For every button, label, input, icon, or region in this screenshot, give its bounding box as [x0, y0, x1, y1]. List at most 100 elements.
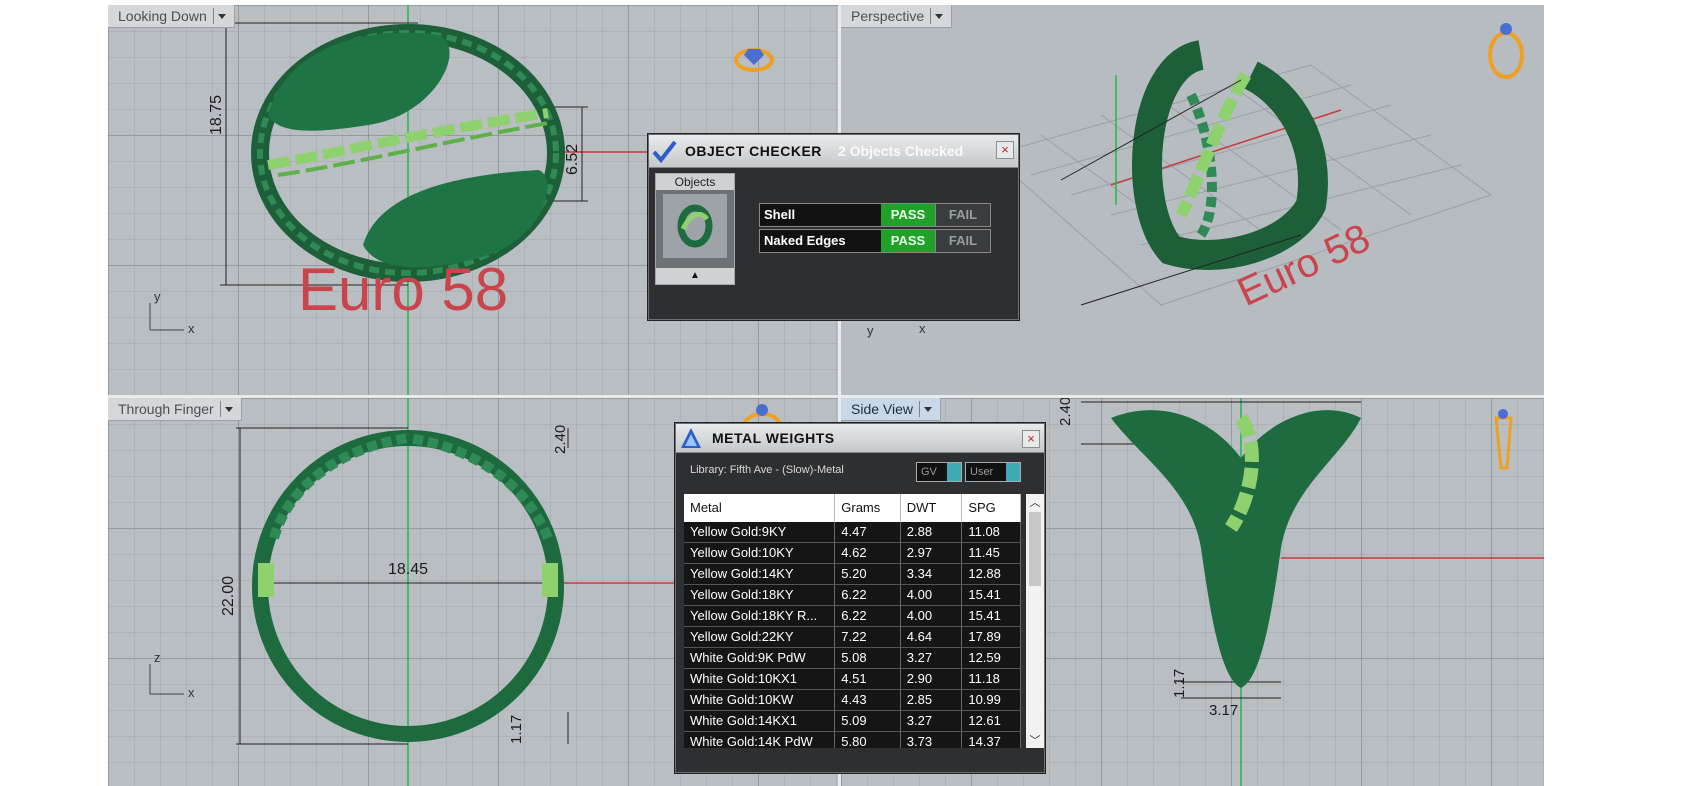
grams-cell: 6.22 [835, 606, 901, 626]
fail-badge: FAIL [935, 230, 990, 252]
column-header-metal[interactable]: Metal [684, 494, 836, 522]
dwt-cell: 4.00 [901, 585, 963, 605]
grams-cell: 5.08 [835, 648, 901, 668]
dwt-cell: 2.85 [901, 690, 963, 710]
viewport-menu-chevron-icon[interactable] [212, 8, 228, 24]
dwt-cell: 3.27 [901, 711, 963, 731]
table-row[interactable]: White Gold:14KX1 5.09 3.27 12.61 [684, 711, 1021, 732]
table-row[interactable]: White Gold:10KX1 4.51 2.90 11.18 [684, 669, 1021, 690]
close-icon[interactable]: × [996, 141, 1014, 159]
spg-cell: 11.18 [962, 669, 1021, 689]
axis-y-label: y [154, 289, 161, 304]
table-row[interactable]: Yellow Gold:18KY R... 6.22 4.00 15.41 [684, 606, 1021, 627]
metal-cell: Yellow Gold:22KY [684, 627, 836, 647]
dwt-cell: 3.27 [901, 648, 963, 668]
gv-toggle-label: GV [921, 466, 937, 478]
viewport-menu-chevron-icon[interactable] [930, 8, 945, 24]
viewport-title: Through Finger [118, 401, 214, 417]
flask-icon [676, 423, 706, 453]
metal-cell: White Gold:10KX1 [684, 669, 836, 689]
metal-weights-dialog: METAL WEIGHTS × Library: Fifth Ave - (Sl… [675, 423, 1045, 773]
dim-inner-label: 18.45 [388, 561, 429, 578]
scroll-up-button[interactable]: ▲ [656, 268, 734, 284]
table-scrollbar[interactable]: ︿ ﹀ [1026, 494, 1044, 748]
object-thumbnail[interactable] [663, 194, 727, 258]
check-name: Naked Edges [764, 233, 846, 248]
check-row-shell: Shell PASS FAIL [759, 203, 991, 227]
dim-top-label: 2.40 [1057, 398, 1074, 426]
scrollbar-thumb[interactable] [1029, 512, 1041, 586]
grams-cell: 4.47 [835, 522, 901, 542]
dwt-cell: 2.90 [901, 669, 963, 689]
spg-cell: 12.59 [962, 648, 1021, 668]
user-toggle[interactable]: User [965, 462, 1021, 482]
gv-toggle[interactable]: GV [916, 462, 962, 482]
viewport-label-side-view[interactable]: Side View [841, 398, 942, 421]
table-row[interactable]: Yellow Gold:10KY 4.62 2.97 11.45 [684, 543, 1021, 564]
metal-cell: White Gold:9K PdW [684, 648, 836, 668]
dwt-cell: 2.97 [901, 543, 963, 563]
dim-height-label: 18.75 [208, 94, 225, 135]
metal-cell: White Gold:14K PdW [684, 732, 836, 748]
check-row-naked-edges: Naked Edges PASS FAIL [759, 229, 991, 253]
column-header-spg[interactable]: SPG [962, 494, 1021, 522]
dim-bottom-label: 1.17 [508, 714, 525, 744]
objects-panel: Objects ▲ [655, 173, 735, 285]
pass-badge: PASS [881, 230, 935, 252]
metal-cell: Yellow Gold:10KY [684, 543, 836, 563]
viewport-menu-chevron-icon[interactable] [919, 401, 934, 417]
objects-panel-label: Objects [656, 174, 734, 190]
metal-cell: Yellow Gold:18KY [684, 585, 836, 605]
dim-height-label: 22.00 [220, 575, 237, 616]
axis-x-label: x [919, 321, 926, 336]
column-header-grams[interactable]: Grams [835, 494, 901, 522]
dwt-cell: 4.64 [901, 627, 963, 647]
table-row[interactable]: Yellow Gold:22KY 7.22 4.64 17.89 [684, 627, 1021, 648]
viewport-title: Looking Down [118, 8, 207, 24]
grams-cell: 5.80 [835, 732, 901, 748]
metal-weights-titlebar[interactable]: METAL WEIGHTS × [676, 424, 1044, 453]
spg-cell: 11.45 [962, 543, 1021, 563]
table-row[interactable]: Yellow Gold:9KY 4.47 2.88 11.08 [684, 522, 1021, 543]
object-checker-titlebar[interactable]: OBJECT CHECKER 2 Objects Checked × [649, 135, 1018, 168]
column-header-dwt[interactable]: DWT [901, 494, 963, 522]
table-row[interactable]: Yellow Gold:18KY 6.22 4.00 15.41 [684, 585, 1021, 606]
checkmark-icon [649, 136, 679, 166]
table-body: Yellow Gold:9KY 4.47 2.88 11.08 Yellow Gold:… [684, 522, 1021, 748]
scroll-down-icon[interactable]: ﹀ [1026, 732, 1044, 748]
grams-cell: 4.51 [835, 669, 901, 689]
table-header: Metal Grams DWT SPG [684, 494, 1021, 522]
spg-cell: 11.08 [962, 522, 1021, 542]
dwt-cell: 3.34 [901, 564, 963, 584]
viewport-title: Perspective [851, 8, 925, 24]
table-row[interactable]: White Gold:10KW 4.43 2.85 10.99 [684, 690, 1021, 711]
spg-cell: 12.88 [962, 564, 1021, 584]
library-label: Library: Fifth Ave - (Slow)-Metal [690, 464, 844, 476]
toggle-indicator [1006, 463, 1020, 481]
dim-bottom-height-label: 1.17 [1171, 668, 1188, 698]
grams-cell: 4.43 [835, 690, 901, 710]
viewport-label-perspective[interactable]: Perspective [841, 5, 953, 28]
axis-z-label: z [154, 650, 161, 665]
dim-bottom-width-label: 3.17 [1209, 702, 1239, 719]
spg-cell: 10.99 [962, 690, 1021, 710]
table-row[interactable]: White Gold:9K PdW 5.08 3.27 12.59 [684, 648, 1021, 669]
pass-badge: PASS [881, 204, 935, 226]
dwt-cell: 2.88 [901, 522, 963, 542]
table-row[interactable]: White Gold:14K PdW 5.80 3.73 14.37 [684, 732, 1021, 748]
ring-size-label: Euro 58 [298, 256, 509, 323]
viewport-divider-horizontal[interactable] [108, 395, 1544, 398]
axis-y-label: y [867, 323, 874, 338]
table-row[interactable]: Yellow Gold:14KY 5.20 3.34 12.88 [684, 564, 1021, 585]
close-icon[interactable]: × [1022, 430, 1040, 448]
viewport-menu-chevron-icon[interactable] [219, 401, 235, 417]
object-checker-dialog: OBJECT CHECKER 2 Objects Checked × Objec… [648, 134, 1019, 320]
viewport-label-through-finger[interactable]: Through Finger [108, 398, 242, 421]
spg-cell: 12.61 [962, 711, 1021, 731]
toggle-indicator [947, 463, 961, 481]
viewport-title: Side View [851, 401, 914, 417]
scroll-up-icon[interactable]: ︿ [1026, 494, 1044, 510]
spg-cell: 15.41 [962, 585, 1021, 605]
viewport-label-looking-down[interactable]: Looking Down [108, 5, 235, 28]
objects-checked-count: 2 Objects Checked [837, 143, 964, 159]
